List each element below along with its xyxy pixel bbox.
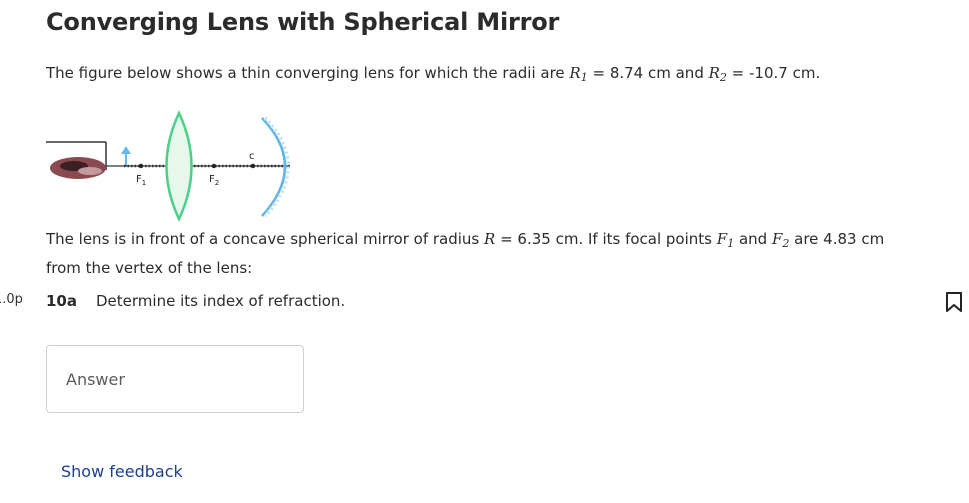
question-text: Determine its index of refraction. (96, 292, 346, 310)
intro-text: The figure below shows a thin converging… (46, 64, 821, 84)
focal-point-f1 (138, 163, 144, 169)
converging-lens (165, 110, 193, 222)
svg-text:c: c (249, 151, 255, 162)
question-number: 10a (46, 292, 77, 310)
lens-mirror-figure: F1 F2 c (46, 110, 290, 222)
focal-point-f2 (211, 163, 217, 169)
question-points: 1.0p (0, 292, 23, 307)
page-title: Converging Lens with Spherical Mirror (46, 8, 560, 36)
center-point-c (250, 163, 256, 169)
answer-input[interactable] (46, 345, 304, 413)
object-arrow-icon (121, 146, 131, 166)
svg-text:F1: F1 (136, 174, 146, 187)
show-feedback-link[interactable]: Show feedback (61, 462, 183, 481)
eye-image (46, 141, 107, 179)
description-line-1: The lens is in front of a concave spheri… (46, 230, 885, 250)
svg-text:F2: F2 (209, 174, 219, 187)
bookmark-icon[interactable] (945, 292, 963, 312)
description-line-2: from the vertex of the lens: (46, 259, 253, 277)
